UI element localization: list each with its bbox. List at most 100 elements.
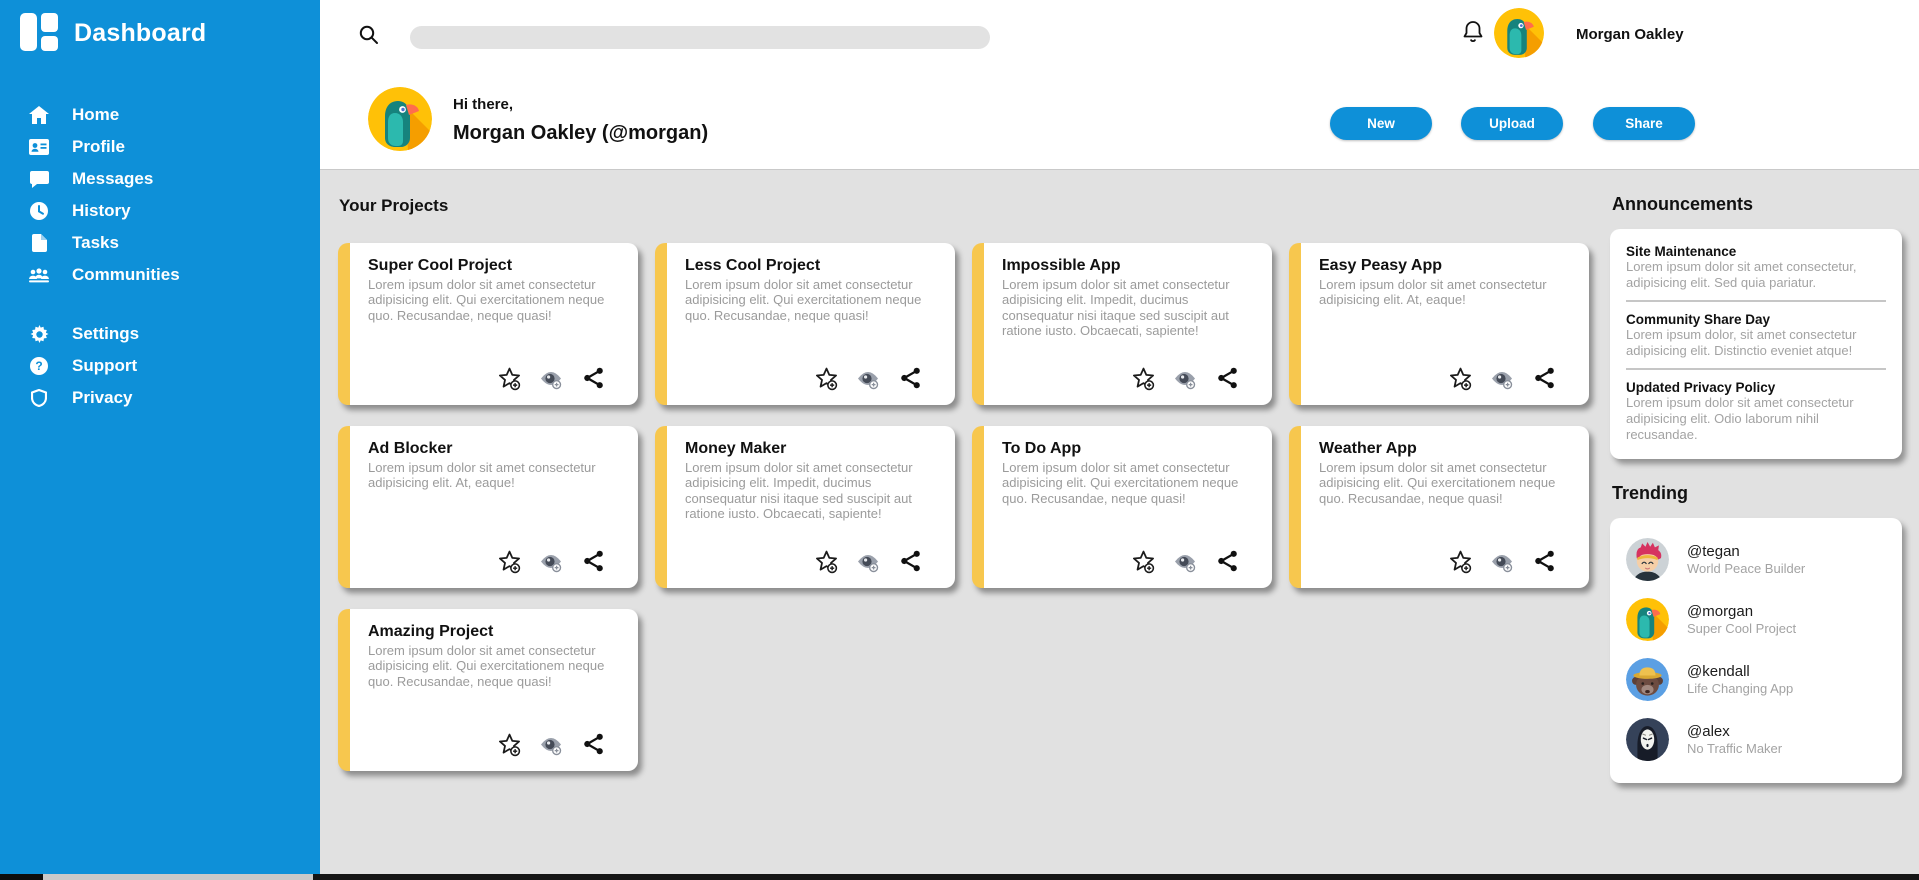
main-area: Morgan Oakley Hi there, Morgan Oakley (@…	[320, 0, 1919, 874]
watch-add-icon[interactable]	[855, 365, 881, 391]
announcement-title: Updated Privacy Policy	[1626, 380, 1776, 396]
project-card[interactable]: To Do App Lorem ipsum dolor sit amet con…	[972, 426, 1272, 588]
announcement-title: Community Share Day	[1626, 312, 1771, 328]
project-card[interactable]: Ad Blocker Lorem ipsum dolor sit amet co…	[338, 426, 638, 588]
trending-subtitle: World Peace Builder	[1687, 561, 1806, 577]
sidebar: Dashboard Home Profile Messages History …	[0, 0, 320, 874]
avatar-kendall	[1626, 658, 1669, 702]
card-actions	[1447, 548, 1557, 574]
watch-add-icon[interactable]	[1489, 365, 1515, 391]
project-card[interactable]: Impossible App Lorem ipsum dolor sit ame…	[972, 243, 1272, 405]
trending-item[interactable]: @tegan World Peace Builder	[1626, 538, 1886, 582]
profile-avatar	[368, 87, 432, 151]
search-input[interactable]	[410, 26, 990, 49]
favorite-add-icon[interactable]	[1130, 365, 1156, 391]
taskbar-edge	[0, 874, 1919, 880]
watch-add-icon[interactable]	[855, 548, 881, 574]
favorite-add-icon[interactable]	[813, 548, 839, 574]
notifications-bell-icon[interactable]	[1462, 20, 1484, 49]
sidebar-item-history[interactable]: History	[0, 195, 320, 227]
card-actions	[496, 548, 606, 574]
svg-text:?: ?	[35, 359, 42, 373]
trending-handle: @morgan	[1687, 603, 1754, 621]
app-title: Dashboard	[74, 18, 207, 47]
share-icon[interactable]	[580, 365, 606, 391]
favorite-add-icon[interactable]	[1130, 548, 1156, 574]
share-icon[interactable]	[580, 548, 606, 574]
sidebar-item-communities[interactable]: Communities	[0, 259, 320, 291]
watch-add-icon[interactable]	[538, 548, 564, 574]
support-icon: ?	[28, 356, 50, 376]
share-icon[interactable]	[1531, 365, 1557, 391]
sidebar-nav-secondary: Settings ? Support Privacy	[0, 318, 320, 414]
header: Morgan Oakley Hi there, Morgan Oakley (@…	[320, 0, 1919, 170]
dashboard-logo-icon	[20, 13, 60, 53]
watch-add-icon[interactable]	[1172, 548, 1198, 574]
project-card[interactable]: Weather App Lorem ipsum dolor sit amet c…	[1289, 426, 1589, 588]
divider	[1626, 368, 1886, 371]
project-card[interactable]: Money Maker Lorem ipsum dolor sit amet c…	[655, 426, 955, 588]
trending-item[interactable]: @morgan Super Cool Project	[1626, 598, 1886, 642]
trending-subtitle: Life Changing App	[1687, 681, 1794, 697]
projects-heading: Your Projects	[339, 196, 449, 215]
sidebar-item-messages[interactable]: Messages	[0, 163, 320, 195]
project-title: Ad Blocker	[368, 440, 453, 457]
settings-icon	[28, 324, 50, 344]
project-card[interactable]: Super Cool Project Lorem ipsum dolor sit…	[338, 243, 638, 405]
share-icon[interactable]	[1214, 365, 1240, 391]
project-title: Super Cool Project	[368, 257, 513, 274]
trending-subtitle: Super Cool Project	[1687, 621, 1797, 637]
sidebar-item-profile[interactable]: Profile	[0, 131, 320, 163]
share-icon[interactable]	[897, 548, 923, 574]
avatar-alex	[1626, 718, 1669, 762]
share-icon[interactable]	[1214, 548, 1240, 574]
favorite-add-icon[interactable]	[1447, 365, 1473, 391]
watch-add-icon[interactable]	[538, 365, 564, 391]
favorite-add-icon[interactable]	[813, 365, 839, 391]
privacy-icon	[28, 388, 50, 408]
favorite-add-icon[interactable]	[496, 731, 522, 757]
sidebar-item-privacy[interactable]: Privacy	[0, 382, 320, 414]
share-icon[interactable]	[897, 365, 923, 391]
upload-button[interactable]: Upload	[1461, 107, 1563, 140]
watch-add-icon[interactable]	[1489, 548, 1515, 574]
announcements-panel: Site Maintenance Lorem ipsum dolor sit a…	[1610, 229, 1902, 460]
trending-item[interactable]: @kendall Life Changing App	[1626, 658, 1886, 702]
favorite-add-icon[interactable]	[496, 365, 522, 391]
announcement-body: Lorem ipsum dolor sit amet consectetur a…	[1626, 395, 1854, 442]
topbar-user-avatar[interactable]	[1494, 8, 1544, 58]
watch-add-icon[interactable]	[1172, 365, 1198, 391]
project-description: Lorem ipsum dolor sit amet consectetur a…	[368, 460, 596, 491]
project-description: Lorem ipsum dolor sit amet consectetur a…	[1002, 277, 1230, 338]
sidebar-item-tasks[interactable]: Tasks	[0, 227, 320, 259]
trending-item[interactable]: @alex No Traffic Maker	[1626, 718, 1886, 762]
share-button[interactable]: Share	[1593, 107, 1695, 140]
sidebar-item-settings[interactable]: Settings	[0, 318, 320, 350]
project-card[interactable]: Easy Peasy App Lorem ipsum dolor sit ame…	[1289, 243, 1589, 405]
card-actions	[1130, 365, 1240, 391]
card-actions	[813, 365, 923, 391]
home-icon	[28, 105, 50, 125]
trending-handle: @alex	[1687, 723, 1730, 741]
announcement-body: Lorem ipsum dolor sit amet consectetur, …	[1626, 259, 1857, 290]
card-actions	[1130, 548, 1240, 574]
new-button[interactable]: New	[1330, 107, 1432, 140]
projects-grid: Super Cool Project Lorem ipsum dolor sit…	[338, 243, 1606, 771]
favorite-add-icon[interactable]	[1447, 548, 1473, 574]
project-card[interactable]: Amazing Project Lorem ipsum dolor sit am…	[338, 609, 638, 771]
card-actions	[813, 548, 923, 574]
trending-handle: @tegan	[1687, 543, 1740, 561]
sidebar-item-home[interactable]: Home	[0, 99, 320, 131]
sidebar-item-support[interactable]: ? Support	[0, 350, 320, 382]
watch-add-icon[interactable]	[538, 731, 564, 757]
share-icon[interactable]	[580, 731, 606, 757]
favorite-add-icon[interactable]	[496, 548, 522, 574]
project-title: Less Cool Project	[685, 257, 821, 274]
project-card[interactable]: Less Cool Project Lorem ipsum dolor sit …	[655, 243, 955, 405]
sidebar-nav-main: Home Profile Messages History Tasks Comm…	[0, 99, 320, 291]
project-title: Money Maker	[685, 440, 787, 457]
project-title: Impossible App	[1002, 257, 1121, 274]
profile-icon	[28, 137, 50, 157]
share-icon[interactable]	[1531, 548, 1557, 574]
project-description: Lorem ipsum dolor sit amet consectetur a…	[1319, 460, 1556, 506]
